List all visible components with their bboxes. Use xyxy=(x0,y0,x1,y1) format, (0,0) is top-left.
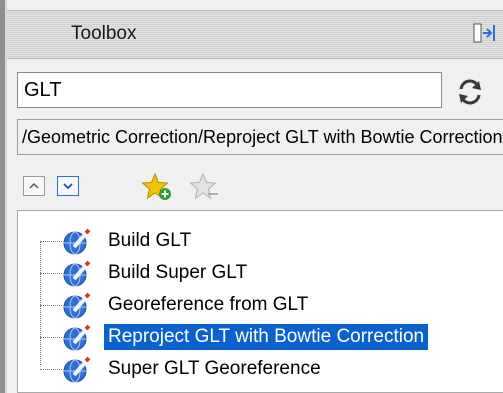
tree-item-label: Build GLT xyxy=(108,230,192,251)
tool-globe-icon xyxy=(62,323,92,351)
tree-branch-line xyxy=(40,305,62,306)
tree-item-label: Super GLT Georeference xyxy=(108,358,321,379)
add-favorite-star-icon[interactable] xyxy=(141,172,173,207)
tool-path-display: /Geometric Correction/Reproject GLT with… xyxy=(17,119,503,155)
toolbox-titlebar[interactable]: Toolbox xyxy=(7,10,503,59)
tree-item[interactable]: Build GLT xyxy=(18,225,503,257)
auto-hide-pin-icon[interactable] xyxy=(473,21,497,45)
remove-favorite-star-icon[interactable] xyxy=(189,172,221,207)
search-input[interactable] xyxy=(17,72,442,108)
expand-down-button[interactable] xyxy=(57,176,79,196)
tree-branch-line xyxy=(40,241,62,242)
tree-branch-line xyxy=(40,337,62,338)
refresh-icon[interactable] xyxy=(454,76,486,108)
panel-frame xyxy=(0,0,7,393)
toolbox-toolbar xyxy=(17,172,317,202)
tree-item[interactable]: Build Super GLT xyxy=(18,257,503,289)
tree-item[interactable]: Georeference from GLT xyxy=(18,289,503,321)
chevron-down-icon xyxy=(63,183,73,190)
panel-title: Toolbox xyxy=(71,23,137,44)
collapse-up-button[interactable] xyxy=(23,176,45,196)
tree-branch-line xyxy=(40,369,62,370)
tree-item[interactable]: Super GLT Georeference xyxy=(18,353,503,385)
tool-globe-icon xyxy=(62,291,92,319)
tree-item-label: Reproject GLT with Bowtie Correction xyxy=(104,324,429,350)
tree-branch-line xyxy=(40,273,62,274)
tree-item-selected[interactable]: Reproject GLT with Bowtie Correction xyxy=(18,321,503,353)
tool-globe-icon xyxy=(62,259,92,287)
tool-globe-icon xyxy=(62,355,92,383)
tree-item-label: Build Super GLT xyxy=(108,262,248,283)
chevron-up-icon xyxy=(29,182,39,189)
search-row xyxy=(0,68,503,114)
tool-globe-icon xyxy=(62,227,92,255)
tree-item-label: Georeference from GLT xyxy=(108,294,309,315)
tool-tree: Build GLT Build Super GLT Georeference f… xyxy=(17,210,503,393)
